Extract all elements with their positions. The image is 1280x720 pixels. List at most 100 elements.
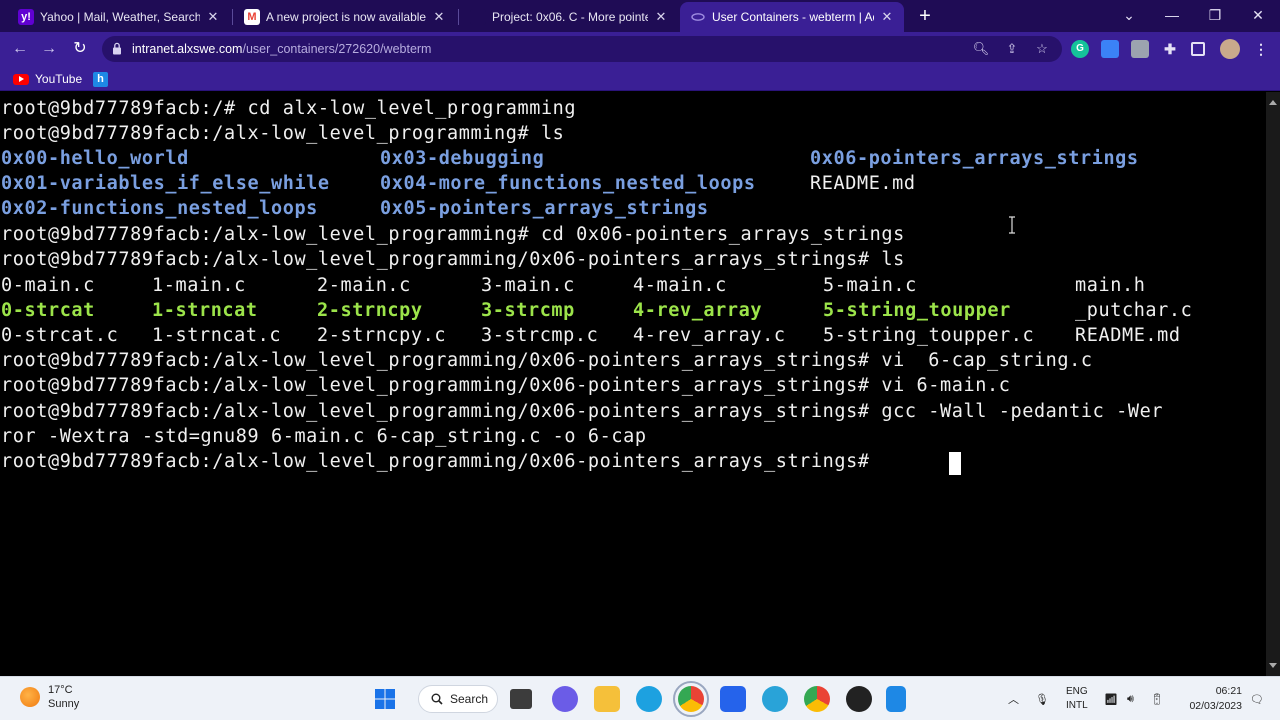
notification-icon[interactable]: 🗨︎	[1250, 677, 1264, 720]
ls-executable: 1-strncat	[152, 300, 258, 321]
url-text: intranet.alxswe.com/user_containers/2726…	[132, 42, 431, 56]
ls-dir: 0x05-pointers_arrays_strings	[380, 198, 709, 219]
windows-taskbar: 17°C Sunny Search ︿ 🎙︎ ENG INTL 📶︎ 🔊︎ 🔋︎…	[0, 676, 1280, 720]
ls-file: 3-strcmp.c	[481, 325, 599, 346]
weather-temp: 17°C	[48, 684, 73, 696]
tab-title: A new project is now available: 0	[266, 10, 426, 24]
terminal-line: root@9bd77789facb:/alx-low_level_program…	[1, 350, 1093, 371]
url-host: intranet.alxswe.com	[132, 42, 243, 56]
scroll-down-icon[interactable]	[1269, 663, 1277, 668]
volume-icon[interactable]: 🔊︎	[1127, 677, 1134, 720]
address-bar[interactable]: intranet.alxswe.com/user_containers/2726…	[102, 36, 1062, 62]
alx-icon	[690, 9, 706, 25]
input-language[interactable]: ENG INTL	[1066, 685, 1088, 713]
ls-dir: 0x04-more_functions_nested_loops	[380, 173, 756, 194]
close-icon[interactable]: ✕	[432, 9, 446, 25]
file-explorer-icon[interactable]	[594, 686, 620, 712]
ls-file: README.md	[810, 173, 916, 194]
forward-button[interactable]: →	[38, 38, 60, 60]
ls-file: 1-strncat.c	[152, 325, 282, 346]
terminal-prompt: root@9bd77789facb:/alx-low_level_program…	[1, 451, 882, 472]
scroll-up-icon[interactable]	[1269, 100, 1277, 105]
bookmark-label: YouTube	[35, 72, 83, 86]
show-hidden-icons[interactable]: ︿	[1008, 677, 1019, 720]
search-label: Search	[450, 692, 489, 706]
grammarly-extension-icon[interactable]: G	[1071, 40, 1089, 58]
close-window-button[interactable]: ✕	[1244, 4, 1272, 26]
new-tab-button[interactable]: +	[914, 5, 936, 27]
ls-dir: 0x03-debugging	[380, 148, 545, 169]
tab-title: User Containers - webterm | Add	[712, 10, 874, 24]
url-path: /user_containers/272620/webterm	[242, 42, 432, 56]
tab-separator	[232, 9, 233, 25]
lang-line1: ENG	[1066, 686, 1088, 697]
store-icon[interactable]	[720, 686, 746, 712]
ls-file: 2-main.c	[317, 275, 411, 296]
browser-toolbar: ← → ↻ intranet.alxswe.com/user_container…	[0, 32, 1280, 66]
share-icon[interactable]: ⇪	[1003, 40, 1021, 58]
sun-icon	[20, 687, 40, 707]
side-panel-icon[interactable]	[1191, 42, 1205, 56]
clock[interactable]: 06:21 02/03/2023	[1180, 684, 1242, 714]
windows-start-icon[interactable]	[372, 686, 398, 712]
tab-search-icon[interactable]: ⌄	[1115, 4, 1143, 26]
webterm-terminal[interactable]: root@9bd77789facb:/# cd alx-low_level_pr…	[0, 92, 1266, 676]
bookmark-youtube[interactable]: YouTube	[13, 70, 82, 88]
menu-icon[interactable]: ⋮	[1252, 40, 1270, 58]
weather-desc: Sunny	[48, 698, 80, 710]
extension-icon[interactable]	[1101, 40, 1119, 58]
telegram-icon[interactable]	[762, 686, 788, 712]
terminal-line: root@9bd77789facb:/# cd alx-low_level_pr…	[1, 98, 577, 119]
wifi-icon[interactable]: 📶︎	[1104, 677, 1118, 720]
ls-file: 5-string_toupper.c	[823, 325, 1035, 346]
maximize-button[interactable]: ❐	[1201, 4, 1229, 26]
close-icon[interactable]: ✕	[654, 9, 668, 25]
search-icon	[431, 693, 443, 705]
tab-separator	[458, 9, 459, 25]
close-icon[interactable]: ✕	[206, 9, 220, 25]
teams-chat-icon[interactable]	[552, 686, 578, 712]
chrome-profile-icon[interactable]	[804, 686, 830, 712]
tab-yahoo[interactable]: y! Yahoo | Mail, Weather, Search, Po ✕	[8, 2, 230, 32]
avatar[interactable]	[1220, 39, 1240, 59]
ls-file: 0-strcat.c	[1, 325, 119, 346]
weather-widget[interactable]: 17°C Sunny	[20, 683, 79, 711]
task-view-icon[interactable]	[510, 689, 532, 709]
terminal-line: root@9bd77789facb:/alx-low_level_program…	[1, 123, 565, 144]
microphone-icon[interactable]: 🎙︎	[1035, 677, 1049, 720]
alx-icon	[470, 9, 486, 25]
terminal-scrollbar[interactable]	[1266, 92, 1280, 676]
extensions-puzzle-icon[interactable]: ✚	[1161, 40, 1179, 58]
bookmarks-bar: YouTube h	[0, 66, 1280, 91]
edge-icon[interactable]	[636, 686, 662, 712]
terminal-line: root@9bd77789facb:/alx-low_level_program…	[1, 375, 1011, 396]
ls-file: 4-rev_array.c	[633, 325, 786, 346]
terminal-line: root@9bd77789facb:/alx-low_level_program…	[1, 401, 1164, 422]
minimize-button[interactable]: —	[1158, 4, 1186, 26]
close-icon[interactable]: ✕	[880, 9, 894, 25]
ls-executable: 3-strcmp	[481, 300, 575, 321]
ls-dir: 0x01-variables_if_else_while	[1, 173, 330, 194]
tab-gmail[interactable]: M A new project is now available: 0 ✕	[234, 2, 456, 32]
battery-icon[interactable]: 🔋︎	[1150, 677, 1164, 720]
reload-button[interactable]: ↻	[69, 38, 91, 60]
taskbar-search-button[interactable]: Search	[418, 685, 498, 713]
gmail-icon: M	[244, 9, 260, 25]
ls-dir: 0x00-hello_world	[1, 148, 189, 169]
ls-file: README.md	[1075, 325, 1181, 346]
camera-extension-icon[interactable]	[1131, 40, 1149, 58]
h-icon: h	[93, 71, 108, 87]
lang-line2: INTL	[1066, 700, 1088, 711]
bookmark-h[interactable]: h	[93, 70, 108, 88]
clock-date: 02/03/2023	[1189, 700, 1242, 712]
terminal-cursor	[949, 452, 961, 475]
zoom-icon[interactable]: 🔍︎	[972, 40, 990, 58]
notepad-icon[interactable]	[886, 686, 906, 712]
chrome-icon[interactable]	[673, 681, 709, 717]
back-button[interactable]: ←	[9, 38, 31, 60]
tab-project[interactable]: Project: 0x06. C - More pointers, ✕	[460, 2, 678, 32]
ls-file: 4-main.c	[633, 275, 727, 296]
tab-webterm[interactable]: User Containers - webterm | Add ✕	[680, 2, 904, 32]
obs-icon[interactable]	[846, 686, 872, 712]
bookmark-star-icon[interactable]: ☆	[1033, 40, 1051, 58]
